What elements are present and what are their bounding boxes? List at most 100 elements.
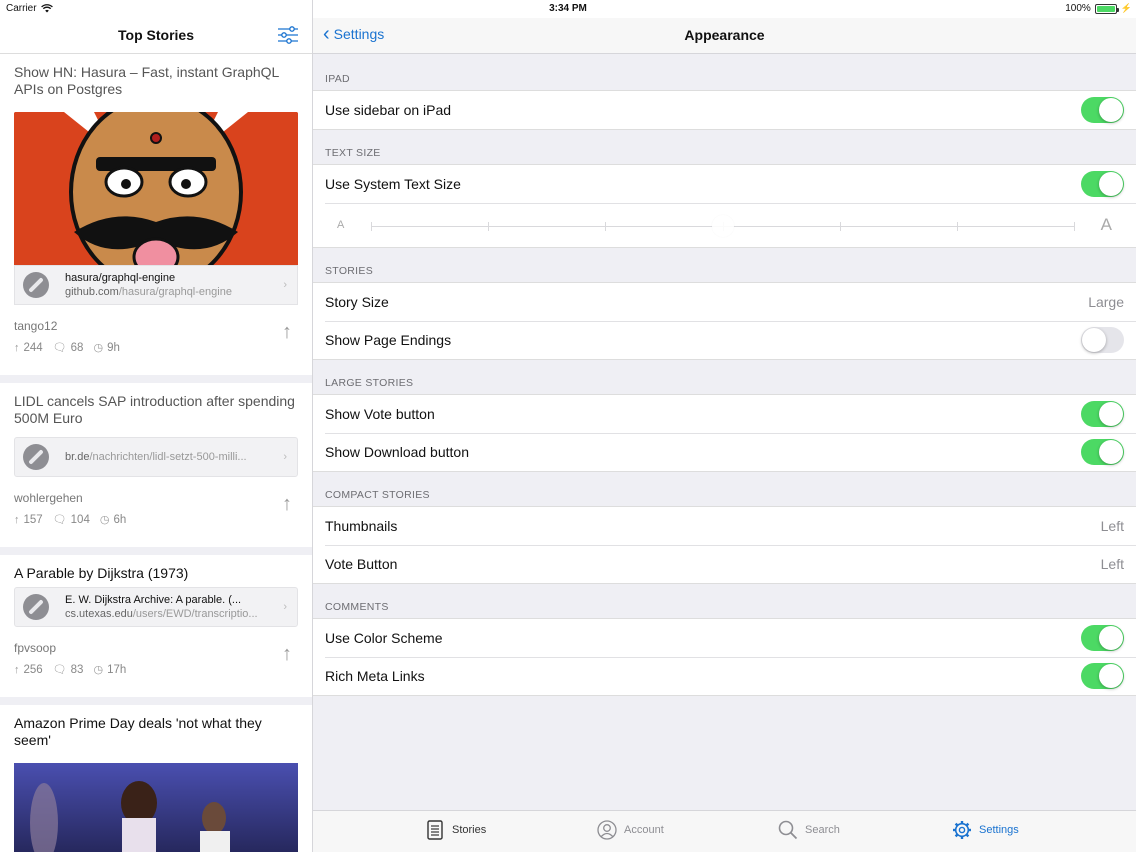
tab-account[interactable]: Account — [597, 820, 664, 840]
story-thumbnail[interactable] — [14, 763, 298, 852]
chevron-right-icon: › — [283, 601, 287, 613]
filter-icon[interactable] — [278, 26, 298, 44]
concert-photo-image — [14, 763, 298, 852]
group-stories: Story Size Large Show Page Endings — [313, 282, 1136, 360]
section-header-large-stories: LARGE STORIES — [325, 377, 414, 389]
points-icon: ↑ — [14, 341, 20, 354]
story-separator — [0, 547, 312, 555]
tab-search[interactable]: Search — [778, 820, 840, 840]
story-item[interactable]: A Parable by Dijkstra (1973) E. W. Dijks… — [0, 555, 312, 697]
show-page-endings-toggle[interactable] — [1081, 327, 1124, 353]
setting-show-page-endings: Show Page Endings — [313, 321, 1136, 359]
story-item[interactable]: Show HN: Hasura – Fast, instant GraphQL … — [0, 54, 312, 375]
charging-icon: ⚡ — [1120, 3, 1132, 13]
settings-nav-bar: ‹ Settings Appearance — [313, 18, 1136, 54]
upvote-icon[interactable]: ↑ — [282, 321, 292, 344]
story-points: 244 — [23, 341, 43, 354]
setting-label: Show Vote button — [325, 406, 435, 422]
section-header-stories: STORIES — [325, 265, 374, 277]
group-ipad: Use sidebar on iPad — [313, 90, 1136, 130]
setting-rich-meta-links: Rich Meta Links — [313, 657, 1136, 695]
show-vote-toggle[interactable] — [1081, 401, 1124, 427]
rich-meta-links-toggle[interactable] — [1081, 663, 1124, 689]
link-preview[interactable]: hasura/graphql-engine github.com/hasura/… — [14, 265, 298, 305]
setting-use-color-scheme: Use Color Scheme — [313, 619, 1136, 657]
group-comments: Use Color Scheme Rich Meta Links — [313, 618, 1136, 696]
points-icon: ↑ — [14, 513, 20, 526]
story-title[interactable]: LIDL cancels SAP introduction after spen… — [14, 393, 298, 427]
tab-label: Search — [805, 824, 840, 836]
setting-label: Show Download button — [325, 444, 469, 460]
link-domain: cs.utexas.edu — [65, 608, 133, 620]
vote-button-value: Left — [1100, 556, 1124, 572]
battery-percent: 100% — [1065, 3, 1091, 14]
section-header-comments: COMMENTS — [325, 601, 389, 613]
story-item[interactable]: Amazon Prime Day deals 'not what they se… — [0, 705, 312, 852]
stories-pane: Top Stories Show HN: Hasura – Fast, inst… — [0, 18, 312, 852]
link-domain: github.com — [65, 286, 119, 298]
use-sidebar-toggle[interactable] — [1081, 97, 1124, 123]
link-preview[interactable]: E. W. Dijkstra Archive: A parable. (... … — [14, 587, 298, 627]
section-header-compact-stories: COMPACT STORIES — [325, 489, 430, 501]
gear-icon — [952, 820, 972, 840]
story-author[interactable]: wohlergehen — [14, 491, 298, 505]
story-age: 17h — [107, 663, 127, 676]
slider-thumb[interactable] — [711, 215, 734, 237]
compass-icon — [23, 444, 49, 470]
comments-icon: 🗨 — [52, 664, 67, 676]
setting-label: Use sidebar on iPad — [325, 102, 452, 118]
show-download-toggle[interactable] — [1081, 439, 1124, 465]
setting-use-system-text: Use System Text Size — [313, 165, 1136, 203]
story-thumbnail[interactable] — [14, 112, 298, 265]
story-separator — [0, 697, 312, 705]
setting-show-download: Show Download button — [313, 433, 1136, 471]
text-size-slider[interactable]: A A — [313, 203, 1136, 247]
setting-label: Show Page Endings — [325, 332, 452, 348]
story-comments[interactable]: 83 — [71, 664, 84, 676]
setting-story-size[interactable]: Story Size Large — [313, 283, 1136, 321]
story-comments[interactable]: 68 — [71, 342, 84, 354]
story-title[interactable]: Show HN: Hasura – Fast, instant GraphQL … — [14, 64, 298, 98]
tab-stories[interactable]: Stories — [425, 820, 486, 840]
link-title: hasura/graphql-engine — [65, 272, 176, 284]
story-author[interactable]: fpvsoop — [14, 641, 298, 655]
setting-thumbnails[interactable]: Thumbnails Left — [313, 507, 1136, 545]
thumbnails-value: Left — [1100, 518, 1124, 534]
group-compact-stories: Thumbnails Left Vote Button Left — [313, 506, 1136, 584]
tab-settings[interactable]: Settings — [952, 820, 1019, 840]
slider-track[interactable] — [371, 215, 1075, 237]
clock-icon: ◷ — [93, 664, 104, 676]
setting-label: Thumbnails — [325, 518, 398, 534]
comments-icon: 🗨 — [52, 342, 67, 354]
tab-label: Settings — [979, 824, 1019, 836]
compass-icon — [23, 272, 49, 298]
link-preview[interactable]: br.de/nachrichten/lidl-setzt-500-milli..… — [14, 437, 298, 477]
story-item[interactable]: LIDL cancels SAP introduction after spen… — [0, 383, 312, 547]
use-color-scheme-toggle[interactable] — [1081, 625, 1124, 651]
setting-label: Use Color Scheme — [325, 630, 443, 646]
comments-icon: 🗨 — [52, 514, 67, 526]
story-points: 157 — [23, 513, 43, 526]
setting-label: Use System Text Size — [325, 176, 461, 192]
setting-show-vote: Show Vote button — [313, 395, 1136, 433]
upvote-icon[interactable]: ↑ — [282, 493, 292, 516]
story-age: 9h — [107, 341, 120, 354]
status-bar: Carrier 3:34 PM 100% ⚡ — [0, 0, 1136, 18]
story-separator — [0, 375, 312, 383]
story-author[interactable]: tango12 — [14, 319, 298, 333]
use-system-text-toggle[interactable] — [1081, 171, 1124, 197]
setting-vote-button[interactable]: Vote Button Left — [313, 545, 1136, 583]
group-large-stories: Show Vote button Show Download button — [313, 394, 1136, 472]
link-path: /hasura/graphql-engine — [118, 286, 232, 298]
story-points: 256 — [23, 663, 43, 676]
story-comments[interactable]: 104 — [71, 514, 90, 526]
story-title[interactable]: Amazon Prime Day deals 'not what they se… — [14, 715, 298, 749]
upvote-icon[interactable]: ↑ — [282, 643, 292, 666]
chevron-right-icon: › — [283, 451, 287, 463]
stories-title: Top Stories — [118, 27, 194, 43]
page-title: Appearance — [684, 27, 765, 43]
story-title[interactable]: A Parable by Dijkstra (1973) — [14, 565, 298, 582]
chevron-right-icon: › — [283, 279, 287, 291]
battery-icon — [1094, 3, 1119, 14]
tab-label: Account — [624, 824, 664, 836]
